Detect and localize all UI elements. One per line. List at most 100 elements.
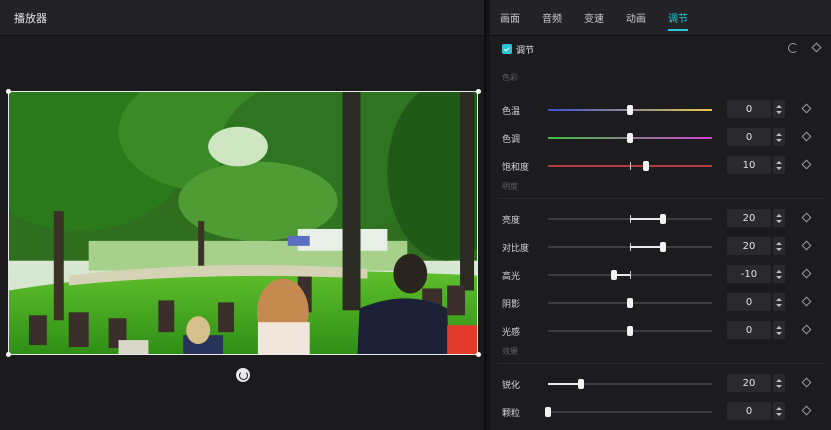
brightness-stepper[interactable] [773, 209, 785, 227]
rotate-icon[interactable] [236, 368, 250, 382]
contrast-keyframe-diamond-icon[interactable] [801, 240, 812, 251]
stepper-down-icon[interactable] [776, 275, 782, 279]
light-slider[interactable] [548, 326, 712, 336]
shadow-slider[interactable] [548, 298, 712, 308]
brightness-slider[interactable] [548, 214, 712, 224]
saturation-keyframe-diamond-icon[interactable] [801, 159, 812, 170]
tint-stepper[interactable] [773, 128, 785, 146]
tint-keyframe-diamond-icon[interactable] [801, 131, 812, 142]
group-label-lightness: 明度 [502, 182, 518, 191]
sharpen-slider-knob[interactable] [577, 379, 584, 389]
highlight-slider[interactable] [548, 270, 712, 280]
highlight-value[interactable]: -10 [727, 265, 771, 283]
saturation-value[interactable]: 10 [727, 156, 771, 174]
row-light: 光感 0 [490, 321, 831, 341]
grain-keyframe-diamond-icon[interactable] [801, 405, 812, 416]
stepper-down-icon[interactable] [776, 247, 782, 251]
contrast-stepper[interactable] [773, 237, 785, 255]
sharpen-keyframe-diamond-icon[interactable] [801, 377, 812, 388]
saturation-slider-knob[interactable] [643, 161, 650, 171]
video-frame-image [9, 92, 477, 354]
contrast-slider[interactable] [548, 242, 712, 252]
stepper-down-icon[interactable] [776, 303, 782, 307]
stepper-down-icon[interactable] [776, 138, 782, 142]
tint-slider[interactable] [548, 133, 712, 143]
crop-handle-top-left[interactable] [6, 89, 11, 94]
sharpen-value[interactable]: 20 [727, 374, 771, 392]
highlight-stepper[interactable] [773, 265, 785, 283]
light-slider-knob[interactable] [627, 326, 633, 336]
reset-icon[interactable] [788, 43, 798, 53]
stepper-down-icon[interactable] [776, 219, 782, 223]
contrast-value[interactable]: 20 [727, 237, 771, 255]
grain-slider-knob[interactable] [545, 407, 551, 417]
brightness-slider-knob[interactable] [659, 214, 666, 224]
tab-bar: 画面 音频 变速 动画 调节 [490, 0, 831, 36]
sharpen-slider[interactable] [548, 379, 712, 389]
stepper-up-icon[interactable] [776, 132, 782, 136]
stepper-up-icon[interactable] [776, 269, 782, 273]
stepper-up-icon[interactable] [776, 406, 782, 410]
grain-stepper[interactable] [773, 402, 785, 420]
stepper-up-icon[interactable] [776, 104, 782, 108]
highlight-slider-knob[interactable] [610, 270, 617, 280]
light-value[interactable]: 0 [727, 321, 771, 339]
sharpen-label: 锐化 [502, 381, 521, 391]
tint-value[interactable]: 0 [727, 128, 771, 146]
grain-label: 颗粒 [502, 409, 521, 419]
crop-handle-bottom-right[interactable] [476, 352, 481, 357]
shadow-stepper[interactable] [773, 293, 785, 311]
tab-adjust[interactable]: 调节 [668, 0, 688, 35]
row-tint: 色调 0 [490, 128, 831, 148]
highlight-keyframe-diamond-icon[interactable] [801, 268, 812, 279]
temperature-value[interactable]: 0 [727, 100, 771, 118]
brightness-value[interactable]: 20 [727, 209, 771, 227]
contrast-slider-fill [630, 246, 663, 248]
stepper-up-icon[interactable] [776, 241, 782, 245]
tint-slider-knob[interactable] [627, 133, 633, 143]
temperature-stepper[interactable] [773, 100, 785, 118]
tab-animation[interactable]: 动画 [626, 0, 646, 35]
divider [498, 363, 824, 364]
temperature-keyframe-diamond-icon[interactable] [801, 103, 812, 114]
shadow-value[interactable]: 0 [727, 293, 771, 311]
stepper-down-icon[interactable] [776, 412, 782, 416]
stepper-up-icon[interactable] [776, 297, 782, 301]
stepper-up-icon[interactable] [776, 378, 782, 382]
stepper-down-icon[interactable] [776, 384, 782, 388]
stepper-down-icon[interactable] [776, 331, 782, 335]
adjust-section-header: 调节 [502, 42, 824, 56]
stepper-up-icon[interactable] [776, 325, 782, 329]
adjust-enable-checkbox[interactable] [502, 44, 512, 54]
crop-handle-bottom-left[interactable] [6, 352, 11, 357]
row-contrast: 对比度 20 [490, 237, 831, 257]
stepper-up-icon[interactable] [776, 160, 782, 164]
tab-audio[interactable]: 音频 [542, 0, 562, 35]
light-keyframe-diamond-icon[interactable] [801, 324, 812, 335]
shadow-slider-knob[interactable] [627, 298, 633, 308]
stepper-down-icon[interactable] [776, 110, 782, 114]
crop-handle-top-right[interactable] [476, 89, 481, 94]
brightness-keyframe-diamond-icon[interactable] [801, 212, 812, 223]
tab-speed[interactable]: 变速 [584, 0, 604, 35]
keyframe-diamond-icon[interactable] [811, 42, 822, 53]
sharpen-stepper[interactable] [773, 374, 785, 392]
video-preview[interactable] [8, 91, 478, 355]
grain-value[interactable]: 0 [727, 402, 771, 420]
light-stepper[interactable] [773, 321, 785, 339]
stepper-up-icon[interactable] [776, 213, 782, 217]
temperature-slider[interactable] [548, 105, 712, 115]
shadow-keyframe-diamond-icon[interactable] [801, 296, 812, 307]
saturation-label: 饱和度 [502, 163, 530, 173]
tab-picture[interactable]: 画面 [500, 0, 520, 35]
contrast-slider-knob[interactable] [659, 242, 666, 252]
temperature-label: 色温 [502, 107, 521, 117]
contrast-label: 对比度 [502, 244, 530, 254]
stepper-down-icon[interactable] [776, 166, 782, 170]
saturation-slider[interactable] [548, 161, 712, 171]
saturation-stepper[interactable] [773, 156, 785, 174]
temperature-slider-knob[interactable] [627, 105, 633, 115]
brightness-label: 亮度 [502, 216, 521, 226]
player-header: 播放器 [0, 0, 484, 36]
grain-slider[interactable] [545, 407, 712, 417]
